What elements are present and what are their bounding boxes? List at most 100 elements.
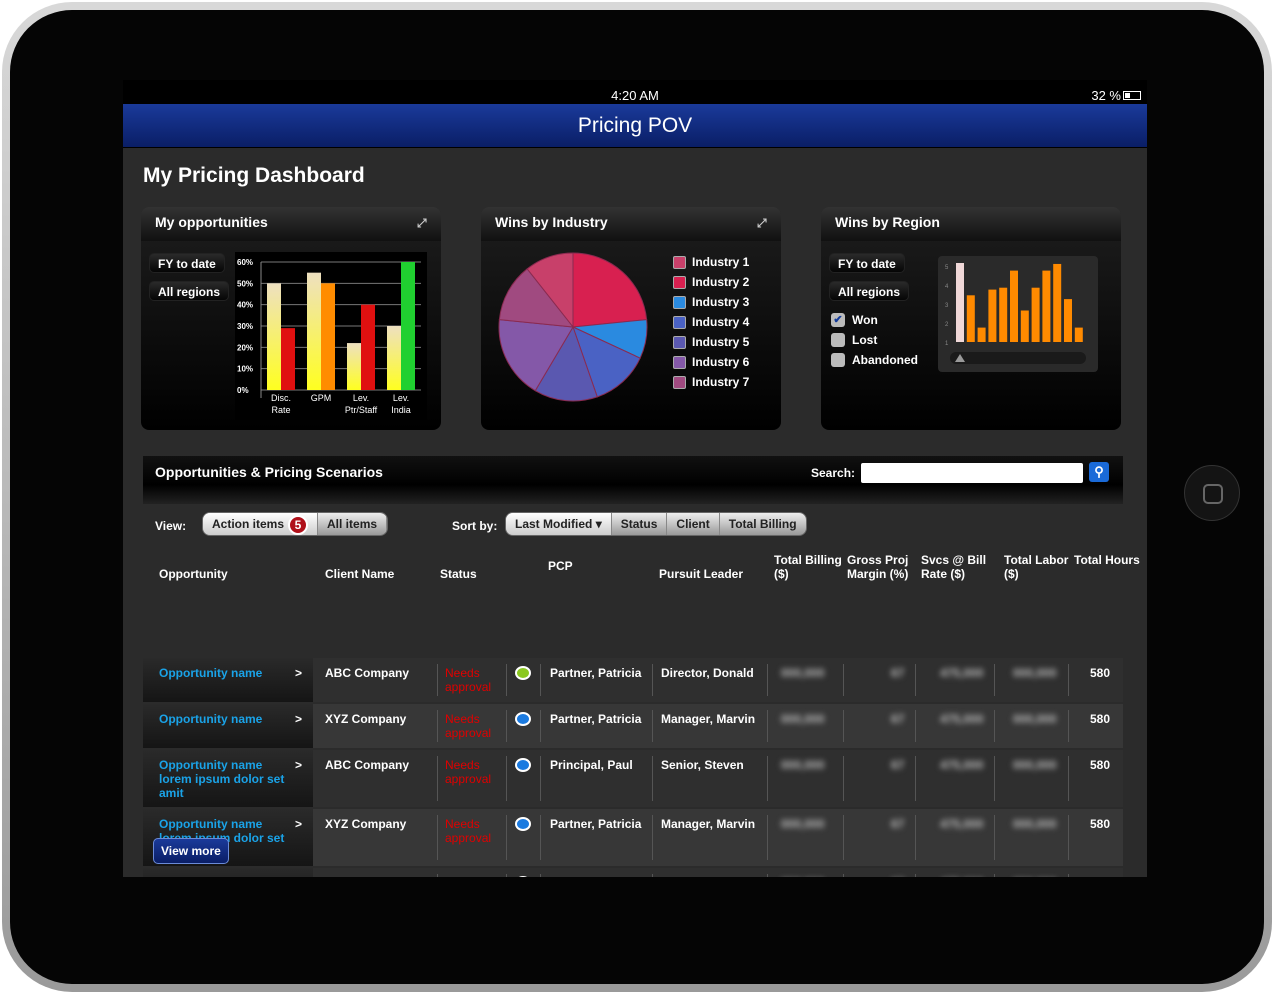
table-row[interactable]: Opportunity name lorem ipsum dolor set a…: [143, 750, 1123, 807]
checkbox-abandoned[interactable]: Abandoned: [831, 353, 918, 367]
column-header[interactable]: Total Hours: [1074, 553, 1144, 567]
column-header[interactable]: Svcs @ Bill Rate ($): [921, 553, 991, 581]
checkbox-lost[interactable]: Lost: [831, 333, 877, 347]
column-header[interactable]: Pursuit Leader: [659, 567, 743, 581]
total-hours: 580: [1090, 817, 1111, 831]
search-icon: ⚲: [1094, 464, 1104, 479]
page-title: My Pricing Dashboard: [143, 164, 365, 187]
panel-wins-by-industry: Wins by Industry ⤢ Industry 1 Industry 2 In…: [481, 207, 781, 430]
pursuit-leader: Senior, Steven: [661, 758, 744, 772]
pcp: Partner, Patricia: [550, 876, 641, 877]
column-header[interactable]: Total Billing ($): [774, 553, 844, 581]
view-more-button[interactable]: View more: [153, 838, 229, 864]
expand-icon[interactable]: ⤢: [757, 217, 769, 229]
search-button[interactable]: ⚲: [1089, 462, 1109, 482]
filter-all-regions[interactable]: All regions: [149, 281, 230, 301]
range-slider[interactable]: [950, 352, 1086, 364]
opportunity-link[interactable]: Opportunity name: [159, 712, 294, 726]
opportunity-link[interactable]: Opportunity name: [159, 666, 294, 680]
x-tick-label: India: [391, 405, 411, 415]
bar: [966, 295, 975, 342]
sort-client[interactable]: Client: [667, 513, 720, 535]
region-bar-chart: 1 2 3 4 5: [938, 256, 1098, 372]
chevron-right-icon[interactable]: >: [295, 817, 302, 831]
comment-icon[interactable]: [515, 666, 531, 680]
column-header[interactable]: Client Name: [325, 567, 394, 581]
opportunity-link[interactable]: Opportunity name lorem ipsum: [159, 876, 294, 877]
status-bar: 4:20 AM 32 %: [123, 80, 1147, 104]
y-tick-label: 40%: [237, 301, 253, 310]
gross-margin: 67: [891, 876, 904, 877]
column-header[interactable]: Gross Proj Margin (%): [847, 553, 917, 581]
column-header[interactable]: Total Labor ($): [1004, 553, 1074, 581]
client-name: XYZ Company: [325, 712, 407, 726]
total-labor: 000,000: [1013, 817, 1057, 831]
bar: [347, 343, 361, 390]
table-row[interactable]: Opportunity name lorem ipsum > XYZ Compa…: [143, 868, 1123, 877]
table-row[interactable]: Opportunity name lorem ipsum dolor set a…: [143, 809, 1123, 866]
x-tick-label: Ptr/Staff: [345, 405, 378, 415]
legend-swatch: [673, 355, 686, 369]
search-label: Search:: [811, 466, 856, 480]
home-button[interactable]: [1184, 465, 1240, 521]
chevron-right-icon[interactable]: >: [295, 712, 302, 726]
total-hours: 580: [1090, 666, 1111, 680]
y-tick-label: 10%: [237, 365, 253, 374]
view-action-items[interactable]: Action items 5: [203, 513, 319, 535]
chevron-right-icon[interactable]: >: [295, 876, 302, 877]
comment-icon[interactable]: [515, 712, 531, 726]
panel-title: Wins by Industry: [495, 214, 608, 230]
clock: 4:20 AM: [611, 88, 659, 103]
y-tick-label: 2: [945, 322, 949, 328]
comment-icon[interactable]: [515, 876, 531, 877]
chevron-right-icon[interactable]: >: [295, 666, 302, 680]
gross-margin: 67: [891, 712, 905, 726]
legend-item: Industry 4: [673, 315, 749, 329]
bar: [281, 328, 295, 390]
expand-icon[interactable]: ⤢: [417, 217, 429, 229]
home-icon: [1203, 484, 1223, 504]
checkbox-checked-icon[interactable]: ✔: [831, 313, 845, 327]
filter-fy-to-date[interactable]: FY to date: [829, 253, 905, 273]
pcp: Partner, Patricia: [550, 666, 642, 680]
bar: [956, 263, 964, 342]
sort-last-modified[interactable]: Last Modified ▾: [506, 513, 612, 535]
sort-toggle: Last Modified ▾ Status Client Total Bill…: [505, 512, 807, 536]
svcs-bill-rate: 475,000: [940, 712, 984, 726]
client-name: XYZ Company: [325, 876, 406, 877]
status-text: Needs approval: [445, 712, 492, 740]
view-label: View:: [155, 519, 187, 533]
total-labor: 000,000: [1013, 758, 1057, 772]
bar: [999, 287, 1008, 342]
column-header[interactable]: PCP: [548, 559, 573, 573]
legend-swatch: [673, 255, 686, 269]
gross-margin: 67: [891, 666, 905, 680]
battery-level: 32 %: [1091, 88, 1121, 103]
sort-total-billing[interactable]: Total Billing: [720, 513, 806, 535]
total-hours: 580: [1090, 876, 1110, 877]
dropdown-arrow-icon: ▾: [595, 517, 602, 531]
bar: [988, 289, 997, 342]
total-billing: 000,000: [781, 666, 825, 680]
table-row[interactable]: Opportunity name > ABC Company Needs app…: [143, 658, 1123, 702]
sort-status[interactable]: Status: [612, 513, 668, 535]
y-tick-label: 0%: [237, 386, 249, 395]
column-header[interactable]: Opportunity: [159, 567, 228, 581]
status-text: Needs approval: [445, 666, 492, 694]
table-row[interactable]: Opportunity name > XYZ Company Needs app…: [143, 704, 1123, 748]
legend-swatch: [673, 275, 686, 289]
opportunity-link[interactable]: Opportunity name lorem ipsum dolor set a…: [159, 758, 294, 800]
total-billing: 000,000: [781, 817, 825, 831]
filter-all-regions[interactable]: All regions: [829, 281, 910, 301]
view-all-items[interactable]: All items: [318, 513, 388, 535]
filter-fy-to-date[interactable]: FY to date: [149, 253, 225, 273]
column-header[interactable]: Status: [440, 567, 477, 581]
bar: [977, 327, 986, 342]
search-input[interactable]: [861, 463, 1083, 483]
legend-item: Industry 6: [673, 355, 749, 369]
checkbox-won[interactable]: ✔ Won: [831, 313, 878, 327]
pcp: Principal, Paul: [550, 758, 633, 772]
comment-icon[interactable]: [515, 817, 531, 831]
comment-icon[interactable]: [515, 758, 531, 772]
chevron-right-icon[interactable]: >: [295, 758, 302, 772]
